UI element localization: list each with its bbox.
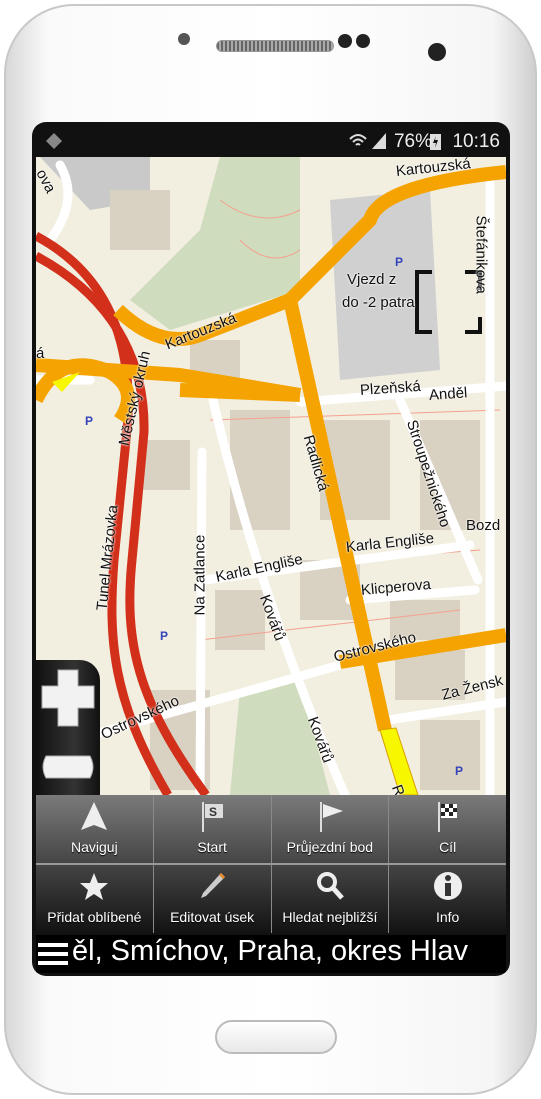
zoom-controls	[36, 660, 100, 796]
street-label: Bozd	[466, 517, 501, 534]
menu-label: Hledat nejbližší	[282, 909, 378, 925]
svg-text:P: P	[85, 414, 93, 428]
context-menu: Naviguj S Start Průjezdní bod Cíl Přidat…	[36, 795, 506, 935]
info-icon	[433, 872, 462, 900]
screen: 76% 10:16 P P P P ova Kartouzská Štefáni…	[32, 122, 510, 976]
map-note: do -2 patra	[342, 294, 415, 311]
status-bar: 76% 10:16	[36, 125, 506, 157]
wifi-icon	[349, 134, 367, 146]
svg-text:S: S	[209, 805, 217, 819]
home-button[interactable]	[215, 1020, 337, 1054]
navigate-button[interactable]: Naviguj	[36, 795, 154, 863]
sensor	[338, 34, 352, 48]
svg-text:P: P	[160, 629, 168, 643]
menu-label: Editovat úsek	[170, 909, 255, 925]
menu-label: Naviguj	[71, 839, 118, 855]
info-button[interactable]: Info	[389, 865, 506, 933]
menu-label: Průjezdní bod	[286, 839, 374, 855]
edit-segment-button[interactable]: Editovat úsek	[154, 865, 272, 933]
menu-label: Info	[435, 909, 460, 925]
zoom-in-button[interactable]	[40, 668, 96, 730]
app-notification-icon	[46, 133, 62, 149]
sensor	[178, 33, 190, 45]
map-view[interactable]: PPPP ova Kartouzská Štefánikova Vjezd z …	[36, 157, 506, 795]
map-note: Vjezd z	[347, 271, 397, 288]
front-camera	[428, 43, 446, 61]
clock: 10:16	[452, 131, 500, 152]
address-text: ěl, Smíchov, Praha, okres Hlav	[72, 935, 468, 967]
menu-label: Cíl	[439, 839, 457, 855]
search-nearest-button[interactable]: Hledat nejbližší	[272, 865, 390, 933]
street-label: Na Zatlance	[191, 534, 209, 616]
address-bar[interactable]: ěl, Smíchov, Praha, okres Hlav	[36, 935, 506, 973]
menu-label: Start	[197, 839, 227, 855]
svg-text:P: P	[395, 255, 403, 269]
battery-percent: 76%	[393, 131, 432, 152]
street-label: á	[36, 345, 45, 362]
waypoint-flag-icon	[319, 802, 343, 832]
finish-flag-icon	[437, 802, 457, 832]
waypoint-button[interactable]: Průjezdní bod	[272, 795, 390, 863]
pencil-icon	[201, 873, 226, 898]
add-favorite-button[interactable]: Přidat oblíbené	[36, 865, 154, 933]
hamburger-menu-icon[interactable]	[38, 943, 68, 965]
street-label: Štefánikova	[472, 215, 490, 294]
svg-text:P: P	[455, 764, 463, 778]
start-button[interactable]: S Start	[154, 795, 272, 863]
search-icon	[316, 872, 344, 900]
menu-label: Přidat oblíbené	[47, 909, 142, 925]
speaker-grille	[216, 40, 334, 52]
sensor	[356, 34, 370, 48]
destination-button[interactable]: Cíl	[389, 795, 506, 863]
navigate-arrow-icon	[81, 802, 108, 830]
street-label: Anděl	[428, 384, 468, 404]
zoom-out-button[interactable]	[40, 752, 96, 782]
star-icon	[80, 873, 109, 900]
signal-icon	[372, 133, 386, 149]
start-flag-icon: S	[202, 802, 224, 832]
